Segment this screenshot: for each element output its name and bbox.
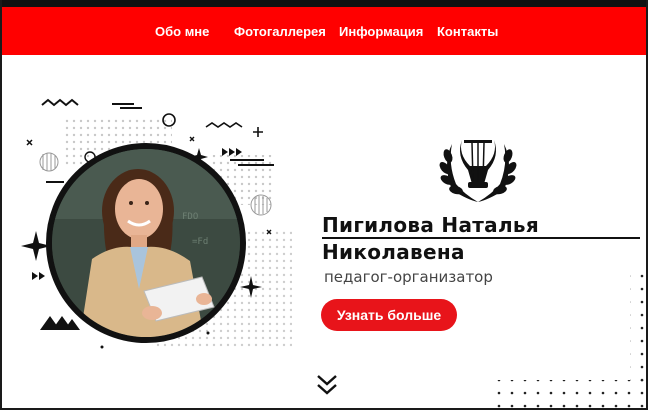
svg-text:=Fd: =Fd xyxy=(192,237,208,247)
portrait-illustration: FDO =Fd xyxy=(52,149,240,337)
profile-name-second: Николавена xyxy=(322,240,465,264)
name-underline xyxy=(322,237,640,239)
lyre-laurel-icon xyxy=(439,140,517,202)
profile-name-first: Пигилова Наталья xyxy=(322,213,539,237)
profile-photo: FDO =Fd xyxy=(46,143,246,343)
page-frame: Обо мне Фотогаллерея Информация Контакты xyxy=(0,0,648,410)
profile-role: педагог-организатор xyxy=(324,268,493,286)
double-chevron-down-icon[interactable] xyxy=(314,373,340,397)
learn-more-button[interactable]: Узнать больше xyxy=(321,299,457,331)
svg-text:FDO: FDO xyxy=(182,212,198,222)
